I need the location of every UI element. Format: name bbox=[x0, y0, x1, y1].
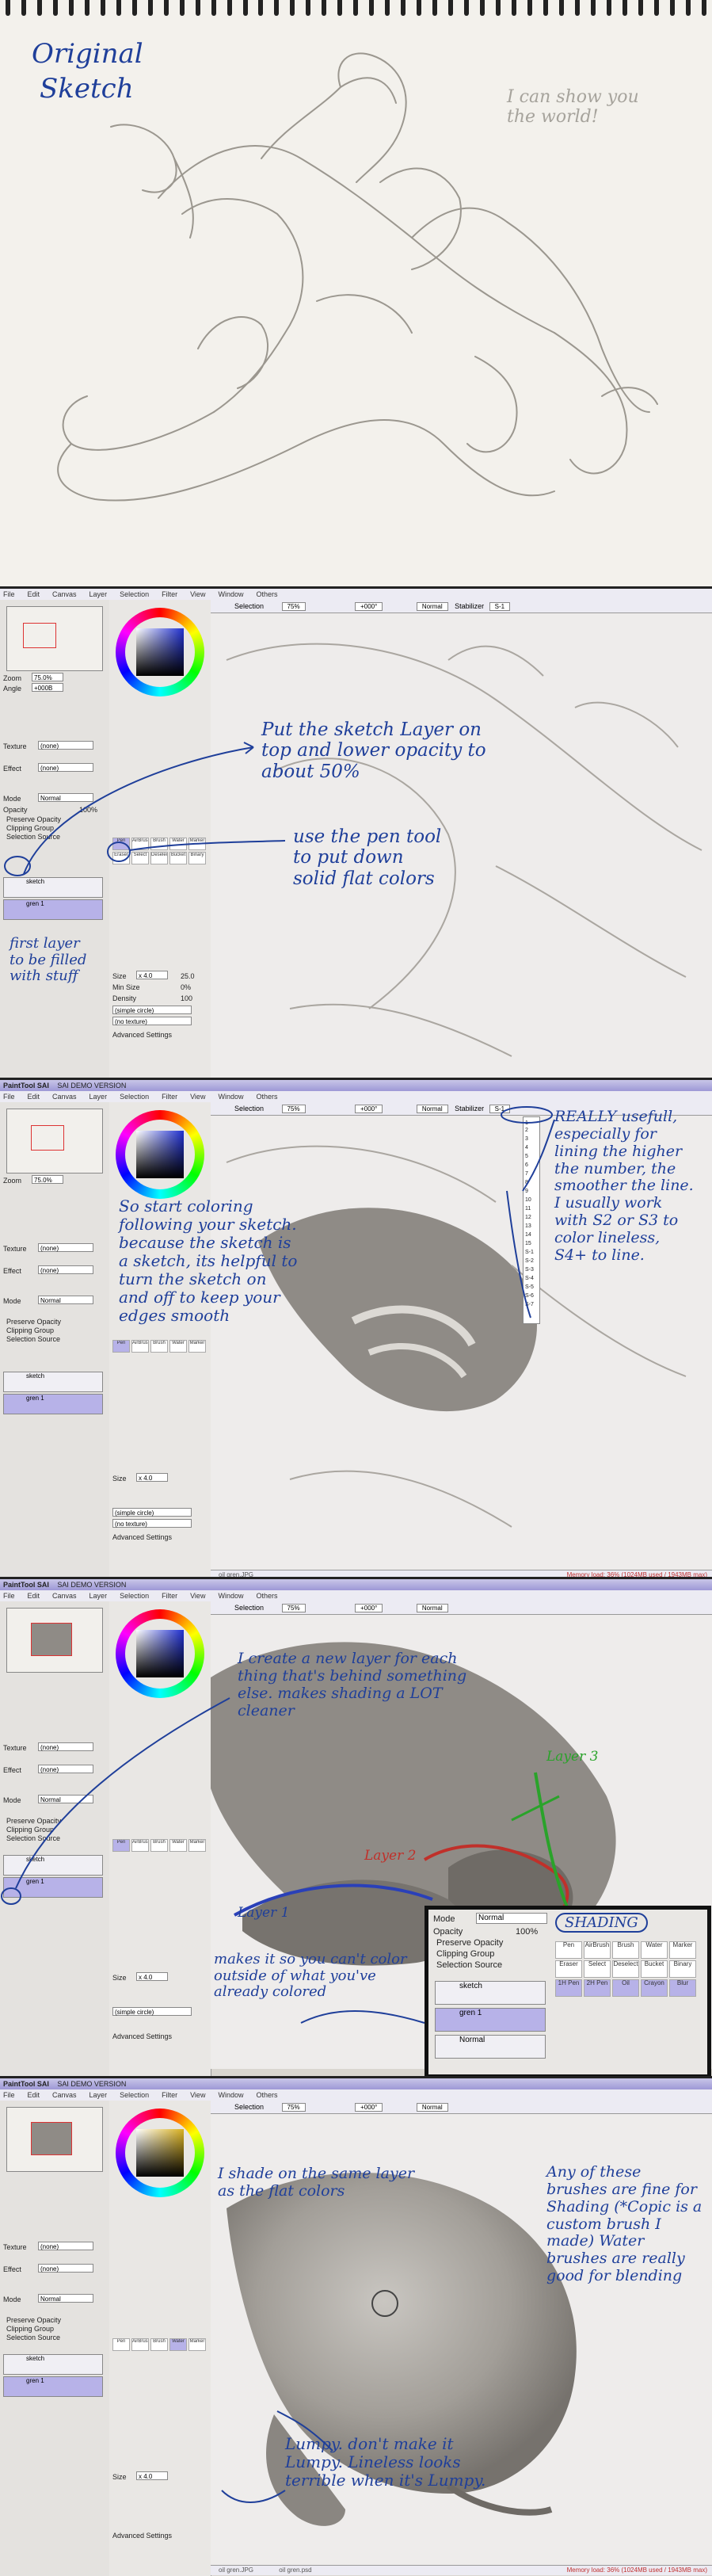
sai-window-4: PaintTool SAI SAI DEMO VERSION File Edit… bbox=[0, 2076, 712, 2576]
sketch-pencil-note: I can show you the world! bbox=[507, 87, 639, 128]
annotation-arrows-2 bbox=[501, 1106, 555, 1319]
annotation-arrows-1 bbox=[4, 742, 286, 876]
sketchbook-page: Original Sketch I can show you the world… bbox=[0, 0, 712, 588]
annotation-arrows-4 bbox=[221, 2410, 333, 2503]
sai-window-1: File Edit Canvas Layer Selection Filter … bbox=[0, 586, 712, 1080]
sai-window-2: PaintTool SAI SAI DEMO VERSION File Edit… bbox=[0, 1078, 712, 1579]
sai-window-3: PaintTool SAI SAI DEMO VERSION File Edit… bbox=[0, 1577, 712, 2078]
sketch-title-line2: Sketch bbox=[40, 73, 134, 105]
sketch-title-line1: Original bbox=[32, 38, 143, 70]
annotation-arrows-3 bbox=[1, 1697, 425, 2024]
